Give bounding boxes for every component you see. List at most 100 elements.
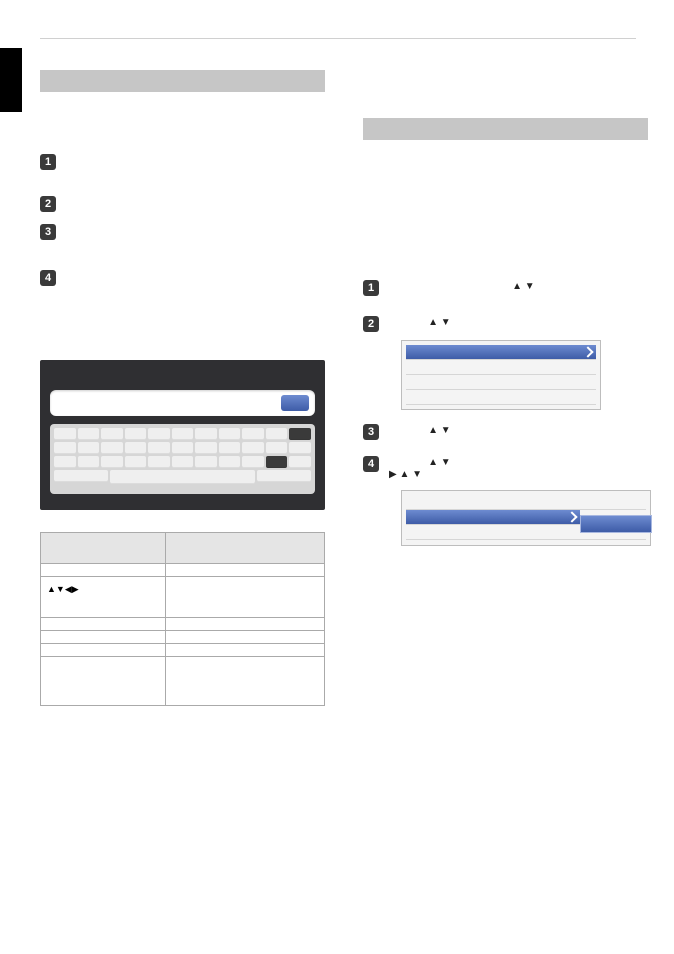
key-mode[interactable] [54,470,108,482]
table-cell: ▲▼◀▶ [41,577,166,618]
step-badge-icon: 1 [40,154,56,170]
key[interactable] [289,456,311,468]
key[interactable] [266,442,288,454]
step-text: ▲ ▼ [389,316,648,330]
table-cell [41,657,166,706]
key[interactable] [54,442,76,454]
key[interactable] [195,456,217,468]
menu-figure-1 [401,340,601,410]
table-cell [166,577,325,618]
right-updown-arrow-icon: ▶ ▲ ▼ [389,469,422,480]
step-badge-icon: 4 [40,270,56,286]
left-step-1: 1 [40,154,325,170]
menu-row-selected[interactable] [406,510,580,525]
key[interactable] [172,428,194,440]
step-text [66,224,325,238]
key[interactable] [289,442,311,454]
step-badge-icon: 4 [363,456,379,472]
key[interactable] [195,442,217,454]
key[interactable] [78,428,100,440]
key[interactable] [148,428,170,440]
step-text [66,270,325,284]
key[interactable] [172,456,194,468]
kb-input-ok-button[interactable] [281,395,309,411]
key[interactable] [125,428,147,440]
right-step-2: 2 ▲ ▼ [363,316,648,332]
step-badge-icon: 1 [363,280,379,296]
table-row [41,657,325,706]
key[interactable] [195,428,217,440]
table-cell [166,657,325,706]
menu-figure-2 [401,490,651,546]
key[interactable] [219,456,241,468]
key[interactable] [125,456,147,468]
key[interactable] [101,456,123,468]
key-done[interactable] [257,470,311,482]
left-step-3: 3 [40,224,325,240]
menu-row[interactable] [406,375,596,390]
key[interactable] [54,456,76,468]
key-shift[interactable] [266,456,288,468]
table-header [166,533,325,564]
chevron-right-icon [566,511,577,522]
right-step-4: 4 ▲ ▼ ▶ ▲ ▼ [363,456,648,480]
key[interactable] [148,456,170,468]
manual-page: 1 2 3 4 [0,0,674,954]
menu-row-selected[interactable] [406,345,596,360]
menu-row[interactable] [406,495,646,510]
table-cell [166,644,325,657]
key[interactable] [172,442,194,454]
table-header [41,533,166,564]
key[interactable] [219,428,241,440]
table-row [41,618,325,631]
arrow-icons: ▲▼◀▶ [47,584,79,594]
key[interactable] [54,428,76,440]
table-cell [41,644,166,657]
key[interactable] [266,428,288,440]
key[interactable] [78,456,100,468]
kb-input-field[interactable] [50,390,315,416]
left-column: 1 2 3 4 [40,70,325,706]
key[interactable] [242,442,264,454]
right-step-1: 1 ▲ ▼ [363,280,648,296]
key[interactable] [148,442,170,454]
key-delete[interactable] [289,428,311,440]
left-step-2: 2 [40,196,325,212]
updown-arrow-icon: ▲ ▼ [428,425,451,436]
menu-row[interactable] [406,390,596,405]
left-step-4: 4 [40,270,325,286]
key[interactable] [242,456,264,468]
submenu-popup[interactable] [580,515,652,533]
step-badge-icon: 2 [40,196,56,212]
key[interactable] [101,428,123,440]
section-bar-right [363,118,648,140]
chevron-right-icon [582,346,593,357]
menu-row[interactable] [406,360,596,375]
table-cell [166,618,325,631]
step-badge-icon: 3 [40,224,56,240]
key[interactable] [125,442,147,454]
step-text: ▲ ▼ [389,280,648,294]
step-badge-icon: 3 [363,424,379,440]
key[interactable] [78,442,100,454]
step-text: ▲ ▼ [389,424,648,438]
table-row [41,644,325,657]
key[interactable] [101,442,123,454]
columns: 1 2 3 4 [40,70,636,706]
page-top-rule [40,38,636,39]
step-text [66,196,325,210]
table-row [41,631,325,644]
key[interactable] [242,428,264,440]
table-cell [41,564,166,577]
key-space[interactable] [110,470,256,484]
table-cell [41,631,166,644]
step-badge-icon: 2 [363,316,379,332]
right-step-3: 3 ▲ ▼ [363,424,648,440]
onscreen-keyboard-figure [40,360,325,510]
table-row [41,564,325,577]
key[interactable] [219,442,241,454]
table-cell [41,618,166,631]
table-cell [166,564,325,577]
button-table: ▲▼◀▶ [40,532,325,706]
updown-arrow-icon: ▲ ▼ [512,281,535,292]
